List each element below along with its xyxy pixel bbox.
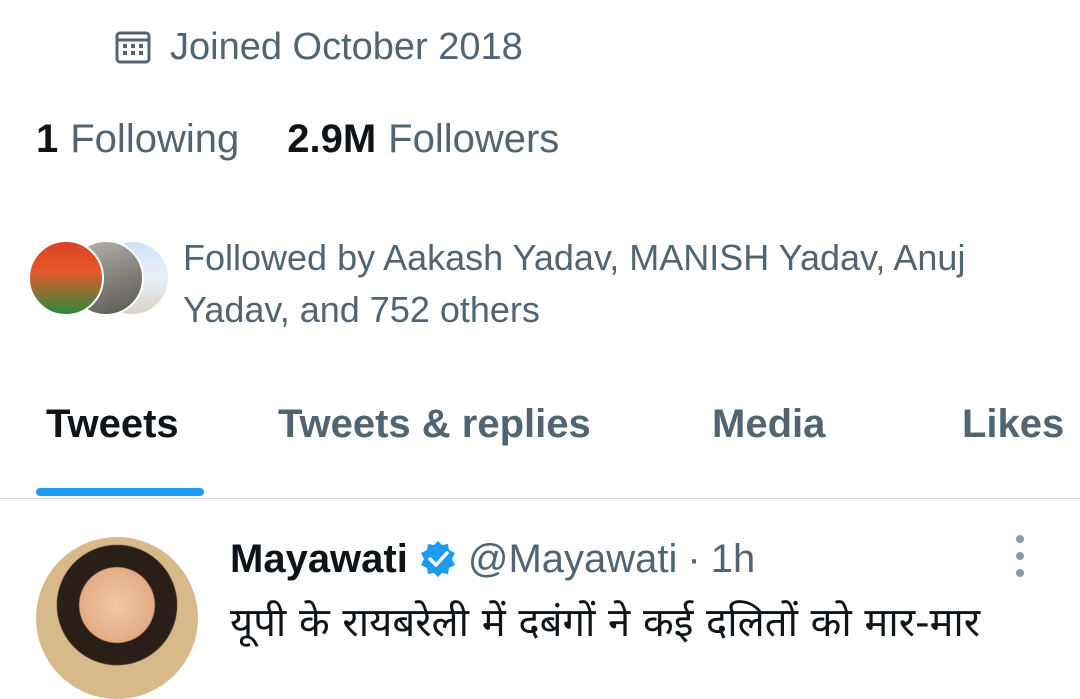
- followers-link[interactable]: 2.9M Followers: [287, 117, 559, 162]
- tab-media[interactable]: Media: [712, 402, 825, 447]
- following-count: 1: [36, 116, 59, 161]
- tweet-author-name[interactable]: Mayawati: [230, 537, 408, 582]
- following-label: Following: [70, 116, 240, 161]
- joined-date: Joined October 2018: [114, 22, 523, 72]
- avatar: [28, 240, 104, 316]
- calendar-icon: [114, 28, 152, 66]
- tweet[interactable]: Mayawati @Mayawati · 1h यूपी के रायबरेली…: [0, 499, 1080, 699]
- verified-badge-icon: [408, 539, 468, 579]
- tweet-timestamp[interactable]: 1h: [711, 537, 756, 582]
- followers-label: Followers: [388, 116, 560, 161]
- tweet-header: Mayawati @Mayawati · 1h: [230, 535, 755, 583]
- followed-by[interactable]: Followed by Aakash Yadav, MANISH Yadav, …: [28, 232, 1080, 332]
- tab-likes[interactable]: Likes: [962, 402, 1064, 447]
- active-tab-indicator: [36, 488, 204, 496]
- following-link[interactable]: 1 Following: [36, 117, 239, 162]
- tab-tweets[interactable]: Tweets: [46, 402, 179, 447]
- followers-count: 2.9M: [287, 116, 377, 161]
- tweet-author-handle[interactable]: @Mayawati: [468, 537, 678, 582]
- joined-text: Joined October 2018: [170, 25, 523, 68]
- tab-tweets-and-replies[interactable]: Tweets & replies: [278, 402, 591, 447]
- separator: ·: [687, 536, 701, 581]
- avatar[interactable]: [36, 537, 198, 699]
- followed-by-text: Followed by Aakash Yadav, MANISH Yadav, …: [183, 237, 966, 330]
- profile-tabs: Tweets Tweets & replies Media Likes: [0, 390, 1080, 499]
- tweet-text: यूपी के रायबरेली में दबंगों ने कई दलितों…: [230, 600, 981, 646]
- follow-stats: 1 Following 2.9M Followers: [36, 112, 559, 166]
- follower-avatars: [28, 240, 170, 316]
- more-options-icon[interactable]: [1006, 535, 1034, 577]
